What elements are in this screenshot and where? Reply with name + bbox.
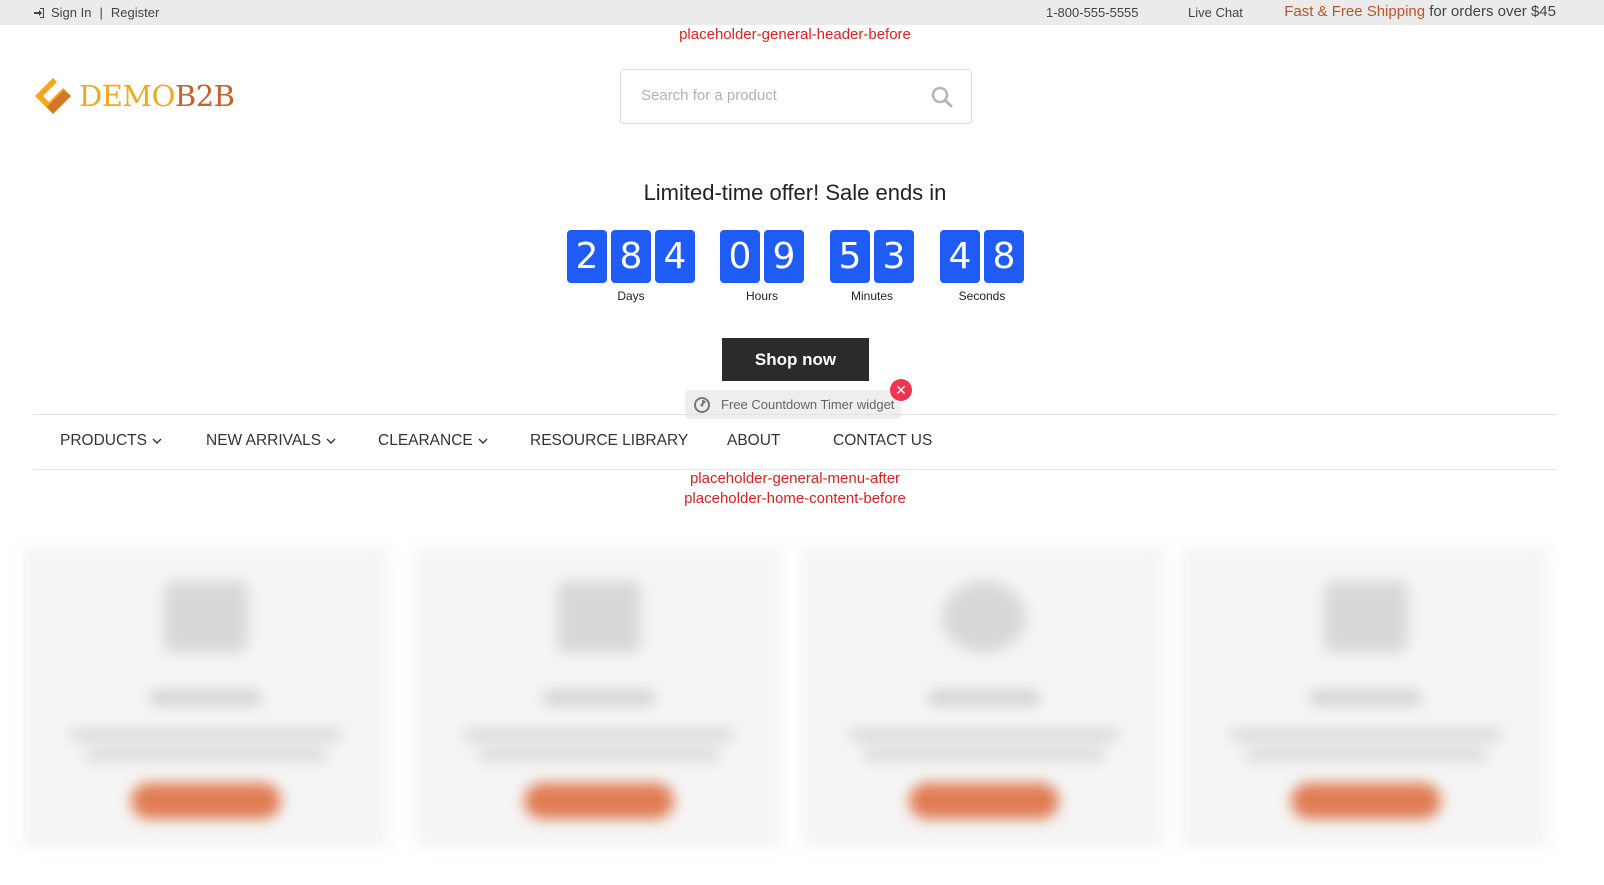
- minutes-digit: 5: [830, 230, 870, 283]
- countdown-timer: 2 8 4 Days 0 9 Hours 5 3 Minutes 4 8 Sec…: [0, 230, 1604, 310]
- minutes-label: Minutes: [850, 289, 894, 303]
- sign-in-link[interactable]: Sign In: [51, 5, 91, 20]
- feature-card: [416, 546, 781, 848]
- feature-card-icon: [556, 581, 641, 653]
- search-input[interactable]: [641, 87, 911, 104]
- register-link[interactable]: Register: [111, 5, 159, 20]
- seconds-digit: 8: [984, 230, 1024, 283]
- nav-item-contact-us[interactable]: CONTACT US: [833, 432, 932, 450]
- nav-item-about[interactable]: ABOUT: [727, 432, 780, 450]
- days-label: Days: [617, 289, 645, 303]
- link-separator: |: [99, 5, 103, 20]
- nav-item-label: PRODUCTS: [60, 432, 147, 449]
- countdown-title: Limited-time offer! Sale ends in: [643, 180, 947, 205]
- feature-card-text: [1230, 730, 1501, 740]
- account-links: Sign In | Register: [33, 5, 159, 20]
- logo-mark-icon: [35, 78, 71, 114]
- seconds-digit: 4: [940, 230, 980, 283]
- countdown-minutes: 5 3 Minutes: [830, 230, 914, 303]
- nav-item-label: CONTACT US: [833, 432, 933, 449]
- shipping-promo-accent[interactable]: Fast & Free Shipping: [1284, 3, 1425, 20]
- top-bar: Sign In | Register 1-800-555-5555 Live C…: [0, 0, 1604, 25]
- feature-card-title: [543, 691, 654, 705]
- search-icon[interactable]: [931, 86, 953, 108]
- shipping-promo: Fast & Free Shipping for orders over $45: [1284, 3, 1556, 20]
- feature-card-text: [848, 730, 1119, 740]
- shop-now-button[interactable]: Shop now: [722, 338, 869, 381]
- feature-card-icon: [1323, 581, 1408, 653]
- logo-text-b2b: B2B: [174, 79, 235, 113]
- widget-badge-label: Free Countdown Timer widget: [721, 397, 895, 412]
- feature-cards: [23, 546, 1568, 848]
- feature-card-text: [478, 750, 719, 760]
- nav-item-label: CLEARANCE: [378, 432, 473, 449]
- nav-item-label: ABOUT: [727, 432, 781, 449]
- nav-item-label: RESOURCE LIBRARY: [530, 432, 689, 449]
- feature-card-text: [463, 730, 734, 740]
- search-box: [620, 69, 972, 124]
- nav-item-new-arrivals[interactable]: NEW ARRIVALS: [206, 432, 336, 450]
- feature-card: [801, 546, 1166, 848]
- feature-card-title: [150, 691, 261, 705]
- close-icon[interactable]: ✕: [890, 379, 912, 401]
- phone-link[interactable]: 1-800-555-5555: [1046, 5, 1139, 20]
- nav-item-products[interactable]: PRODUCTS: [60, 432, 162, 450]
- header-before-placeholder: placeholder-general-header-before: [679, 26, 911, 43]
- feature-card-icon: [941, 581, 1026, 653]
- nav-item-label: NEW ARRIVALS: [206, 432, 322, 449]
- nav-item-resource-library[interactable]: RESOURCE LIBRARY: [530, 432, 688, 450]
- home-content-before-placeholder: placeholder-home-content-before: [684, 490, 906, 507]
- seconds-label: Seconds: [958, 289, 1006, 303]
- days-digit: 4: [655, 230, 695, 283]
- timer-widget-icon: [694, 396, 710, 413]
- days-digit: 2: [567, 230, 607, 283]
- live-chat-link[interactable]: Live Chat: [1188, 5, 1243, 20]
- chevron-down-icon: [326, 438, 336, 444]
- hours-digit: 0: [720, 230, 760, 283]
- hours-digit: 9: [764, 230, 804, 283]
- feature-card-button[interactable]: [523, 783, 674, 819]
- hours-label: Hours: [745, 289, 778, 303]
- shipping-promo-text: for orders over $45: [1425, 3, 1556, 20]
- logo-text: DEMOB2B: [79, 79, 235, 113]
- feature-card-text: [863, 750, 1104, 760]
- logo-text-demo: DEMO: [79, 79, 175, 113]
- feature-card: [23, 546, 388, 848]
- nav-item-clearance[interactable]: CLEARANCE: [378, 432, 488, 450]
- chevron-down-icon: [478, 438, 488, 444]
- feature-card: [1183, 546, 1548, 848]
- menu-after-placeholder: placeholder-general-menu-after: [689, 470, 901, 487]
- feature-card-button[interactable]: [1290, 783, 1441, 819]
- site-logo[interactable]: DEMOB2B: [33, 76, 235, 116]
- feature-card-text: [85, 750, 326, 760]
- sign-in-icon: [34, 7, 44, 18]
- feature-card-text: [1245, 750, 1486, 760]
- chevron-down-icon: [152, 438, 162, 444]
- days-digit: 8: [611, 230, 651, 283]
- feature-card-text: [70, 730, 341, 740]
- countdown-seconds: 4 8 Seconds: [940, 230, 1024, 303]
- countdown-days: 2 8 4 Days: [567, 230, 695, 303]
- countdown-hours: 0 9 Hours: [720, 230, 804, 303]
- feature-card-title: [928, 691, 1039, 705]
- main-navigation: PRODUCTS NEW ARRIVALS CLEARANCE RESOURCE…: [33, 414, 1557, 470]
- feature-card-title: [1310, 691, 1421, 705]
- minutes-digit: 3: [874, 230, 914, 283]
- feature-card-button[interactable]: [908, 783, 1059, 819]
- feature-card-icon: [163, 581, 248, 653]
- feature-card-button[interactable]: [130, 783, 281, 819]
